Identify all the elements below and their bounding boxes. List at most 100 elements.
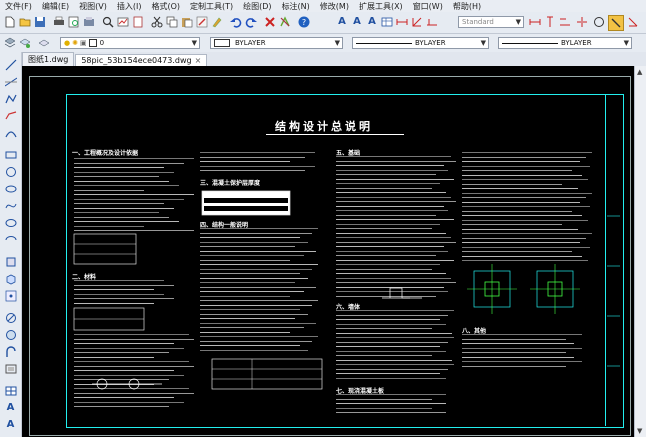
menu-extend-tools[interactable]: 扩展工具(X) xyxy=(354,1,408,12)
text-style-value: Standard xyxy=(462,18,494,26)
tab-label: 58pic_53b154ece0473.dwg xyxy=(81,56,192,65)
tab-active-drawing[interactable]: 58pic_53b154ece0473.dwg × xyxy=(75,54,208,66)
save-icon[interactable] xyxy=(33,15,47,29)
material-table xyxy=(73,233,137,265)
color-dropdown[interactable]: BYLAYER ▼ xyxy=(210,37,343,49)
sun-icon: ✺ xyxy=(72,39,78,47)
text-icon[interactable]: A xyxy=(3,418,18,431)
menu-file[interactable]: 文件(F) xyxy=(0,1,37,12)
ellipse-arc-icon[interactable] xyxy=(3,233,18,246)
spline-icon[interactable] xyxy=(3,199,18,212)
scroll-down-icon[interactable]: ▼ xyxy=(637,427,642,435)
dim-icon[interactable] xyxy=(528,15,542,29)
chevron-down-icon: ▼ xyxy=(334,39,340,47)
plot-icon[interactable] xyxy=(116,15,130,29)
line-icon[interactable] xyxy=(3,58,18,71)
match-properties-icon[interactable] xyxy=(195,15,209,29)
snap-icon[interactable] xyxy=(626,15,640,29)
drawing-canvas[interactable]: 结构设计总说明 一、工程概况及设计依据 二、材料 三、混凝土保护层厚度 四、结构… xyxy=(22,66,634,437)
layer-previous-icon[interactable] xyxy=(37,36,51,50)
linetype-dropdown[interactable]: BYLAYER ▼ xyxy=(352,37,489,49)
open-folder-icon[interactable] xyxy=(18,15,32,29)
menu-modify[interactable]: 修改(M) xyxy=(315,1,354,12)
circle-icon[interactable] xyxy=(592,15,606,29)
mtext-icon[interactable]: A xyxy=(3,401,18,414)
menu-draw[interactable]: 绘图(D) xyxy=(238,1,276,12)
find-icon[interactable] xyxy=(101,15,115,29)
text-style-icon[interactable]: A xyxy=(350,15,364,29)
rectangle-icon[interactable] xyxy=(3,148,18,161)
help-icon[interactable]: ? xyxy=(297,15,311,29)
copy-icon[interactable] xyxy=(165,15,179,29)
paste-icon[interactable] xyxy=(180,15,194,29)
brush-icon[interactable] xyxy=(210,15,224,29)
tab-drawing-1[interactable]: 图纸1.dwg xyxy=(22,52,75,66)
beam-detail xyxy=(92,378,162,390)
table-icon[interactable] xyxy=(3,384,18,397)
drawing-details xyxy=(73,190,620,390)
menu-edit[interactable]: 编辑(E) xyxy=(37,1,74,12)
point-icon[interactable] xyxy=(3,289,18,302)
gradient-icon[interactable] xyxy=(3,345,18,358)
menu-insert[interactable]: 插入(I) xyxy=(112,1,147,12)
dim-icon[interactable] xyxy=(425,15,439,29)
linetype-sample xyxy=(356,42,412,44)
make-block-icon[interactable] xyxy=(3,272,18,285)
text-style-icon[interactable]: A xyxy=(335,15,349,29)
chevron-down-icon: ▼ xyxy=(191,39,197,47)
print-preview-icon[interactable] xyxy=(67,15,81,29)
pan-icon[interactable] xyxy=(278,15,292,29)
menu-help[interactable]: 帮助(H) xyxy=(448,1,486,12)
layer-state-icon[interactable] xyxy=(18,36,32,50)
undo-icon[interactable] xyxy=(229,15,243,29)
draw-toolbar: A A xyxy=(0,52,22,437)
linetype-value: BYLAYER xyxy=(415,39,446,47)
new-file-icon[interactable] xyxy=(3,15,17,29)
close-x-icon[interactable] xyxy=(263,15,277,29)
cut-icon[interactable] xyxy=(150,15,164,29)
circle-icon[interactable] xyxy=(3,165,18,178)
publish-icon[interactable] xyxy=(82,15,96,29)
layer-manager-icon[interactable] xyxy=(3,36,17,50)
chevron-down-icon: ▼ xyxy=(515,18,521,26)
dim-icon[interactable] xyxy=(575,15,589,29)
hatch-icon[interactable] xyxy=(3,311,18,324)
wall-table xyxy=(211,358,323,390)
menu-view[interactable]: 视图(V) xyxy=(74,1,112,12)
rebar-detail-2 xyxy=(530,264,580,314)
chevron-down-icon: ▼ xyxy=(623,39,629,47)
text-style-dropdown[interactable]: Standard ▼ xyxy=(458,16,524,28)
dim-icon[interactable] xyxy=(395,15,409,29)
print-icon[interactable] xyxy=(52,15,66,29)
title-block-marks xyxy=(607,215,620,367)
redo-icon[interactable] xyxy=(244,15,258,29)
svg-text:?: ? xyxy=(302,18,306,27)
close-icon[interactable]: × xyxy=(195,56,202,65)
construction-line-icon[interactable] xyxy=(3,75,18,88)
polygon-icon[interactable] xyxy=(3,109,18,122)
cloud-icon[interactable] xyxy=(3,182,18,195)
scroll-up-icon[interactable]: ▲ xyxy=(637,68,642,76)
vertical-scrollbar[interactable]: ▲ ▼ xyxy=(634,66,646,437)
menu-tools[interactable]: 定制工具(T) xyxy=(185,1,238,12)
dim-icon[interactable] xyxy=(558,15,572,29)
pdf-icon[interactable] xyxy=(131,15,145,29)
menu-format[interactable]: 格式(O) xyxy=(146,1,185,12)
table-style-icon[interactable] xyxy=(380,15,394,29)
menu-window[interactable]: 窗口(W) xyxy=(408,1,448,12)
menu-dimension[interactable]: 标注(N) xyxy=(277,1,315,12)
lineweight-dropdown[interactable]: BYLAYER ▼ xyxy=(498,37,632,49)
properties-toolbar: ● ✺ ▣ 0 ▼ BYLAYER ▼ BYLAYER ▼ BYLAYER ▼ xyxy=(0,34,646,53)
polyline-icon[interactable] xyxy=(3,92,18,105)
dim-icon[interactable] xyxy=(410,15,424,29)
layer-dropdown[interactable]: ● ✺ ▣ 0 ▼ xyxy=(60,37,200,49)
text-style-icon[interactable]: A xyxy=(365,15,379,29)
color-swatch-icon xyxy=(88,39,97,47)
insert-block-icon[interactable] xyxy=(3,255,18,268)
region-icon[interactable] xyxy=(3,328,18,341)
boundary-icon[interactable] xyxy=(3,362,18,375)
ellipse-icon[interactable] xyxy=(3,216,18,229)
ortho-icon[interactable] xyxy=(608,15,624,31)
dim-icon[interactable] xyxy=(543,15,557,29)
arc-icon[interactable] xyxy=(3,126,18,139)
